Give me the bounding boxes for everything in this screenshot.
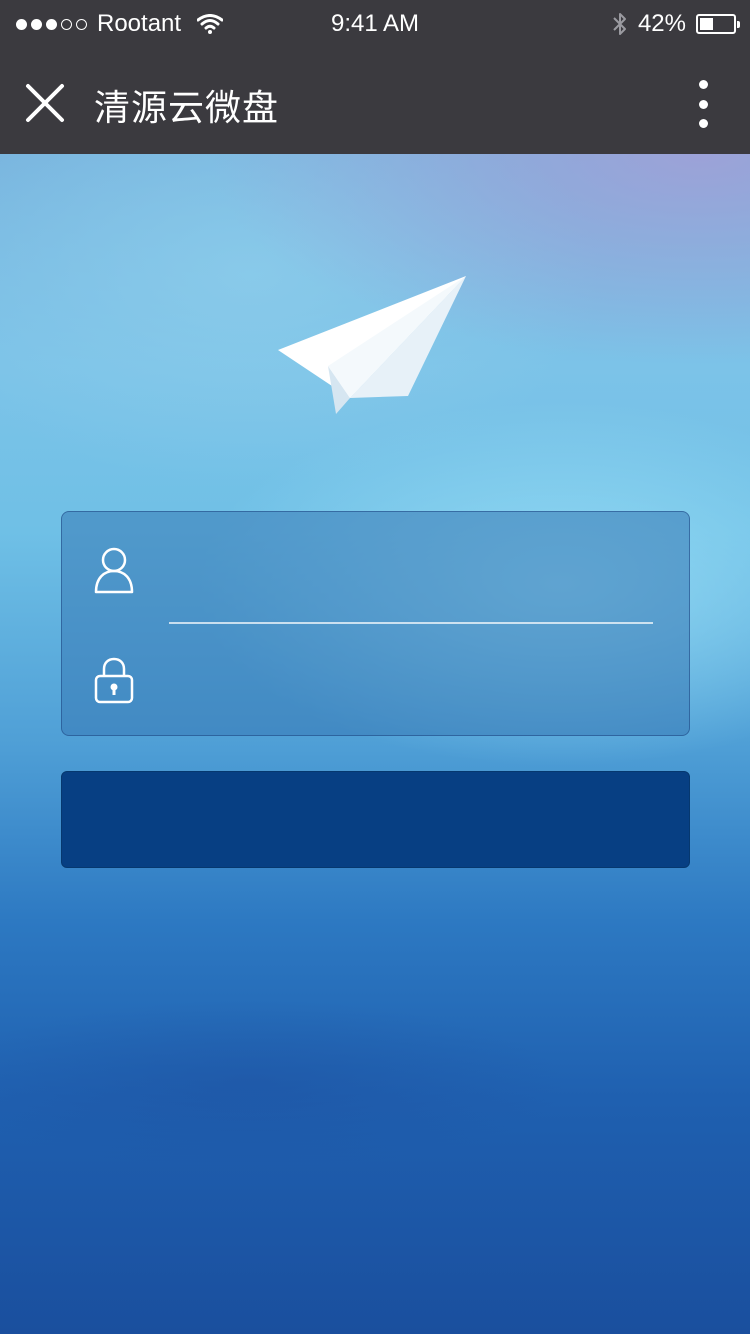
login-background bbox=[0, 154, 750, 1334]
background-haze bbox=[0, 934, 750, 1234]
status-right: 42% bbox=[612, 10, 740, 38]
status-bar: Rootant 9:41 AM 42% bbox=[0, 0, 750, 52]
nav-bar: 清源云微盘 bbox=[0, 52, 750, 154]
bluetooth-icon bbox=[613, 13, 626, 35]
battery-icon bbox=[696, 14, 740, 34]
battery-level bbox=[700, 18, 713, 30]
lock-icon bbox=[94, 657, 134, 704]
page-title: 清源云微盘 bbox=[94, 87, 280, 128]
more-vertical-icon[interactable] bbox=[690, 80, 716, 128]
password-field bbox=[62, 624, 689, 734]
username-field bbox=[62, 512, 689, 624]
username-input[interactable] bbox=[170, 537, 654, 599]
battery-percent: 42% bbox=[637, 10, 686, 37]
password-input[interactable] bbox=[170, 649, 654, 711]
paper-plane-logo-icon bbox=[278, 276, 466, 414]
login-form-card bbox=[61, 511, 690, 736]
login-button[interactable] bbox=[61, 771, 690, 868]
top-bar: Rootant 9:41 AM 42% 清源云微盘 bbox=[0, 0, 750, 154]
user-icon bbox=[94, 547, 134, 594]
close-icon[interactable] bbox=[22, 80, 68, 126]
